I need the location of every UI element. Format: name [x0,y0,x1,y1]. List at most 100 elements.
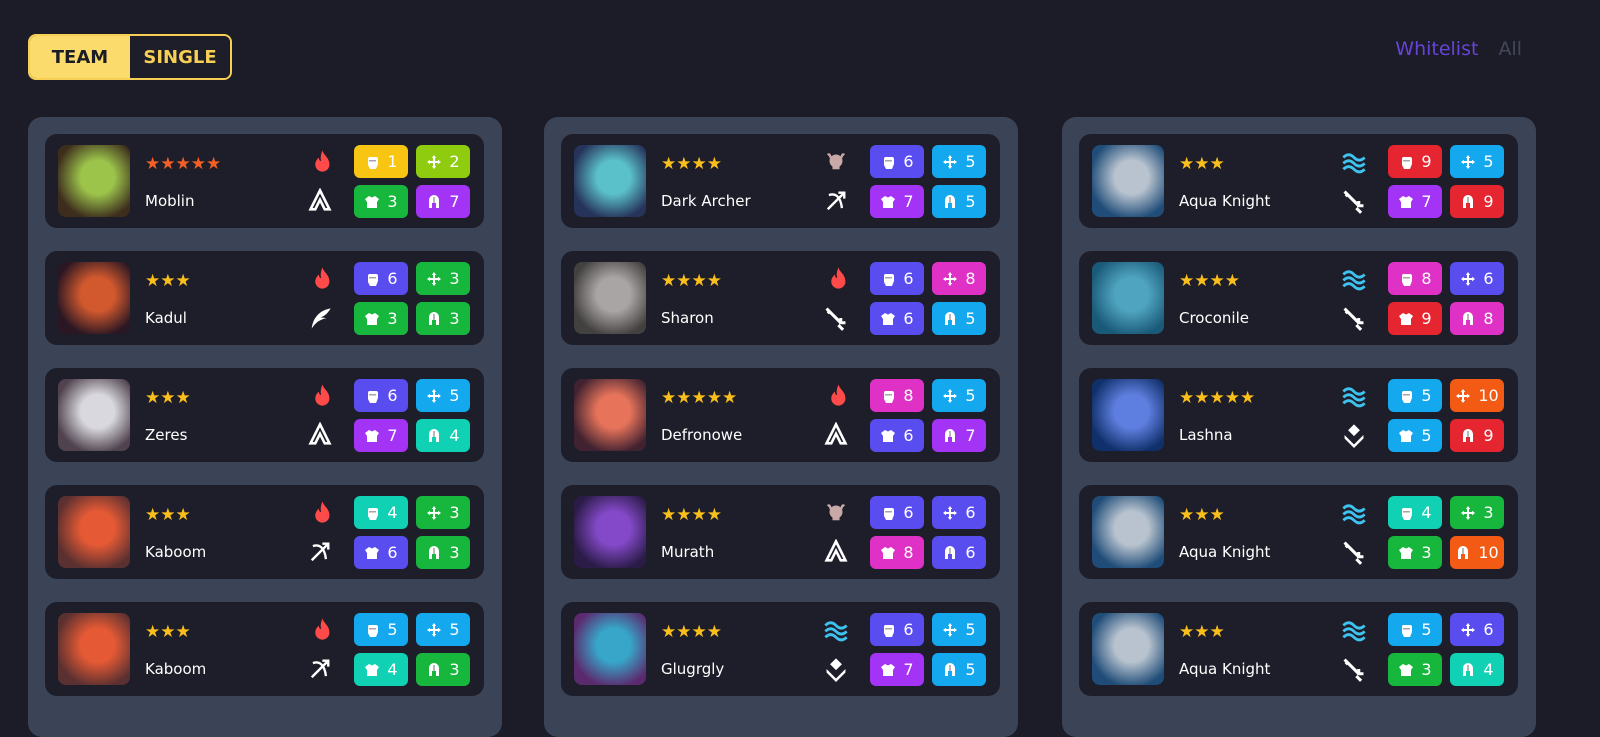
hero-card[interactable]: ★★★ Kaboom 5 5 4 3 [45,602,484,696]
star-rating: ★★★ [145,622,191,642]
hero-card[interactable]: ★★★ Aqua Knight 4 3 3 10 [1079,485,1518,579]
star-rating: ★★★★★ [661,388,738,408]
stat-value: 5 [387,620,398,639]
mage-icon [307,421,333,448]
stat-value: 9 [1421,309,1432,328]
crosshair-icon [1455,388,1471,404]
hero-card[interactable]: ★★★ Zeres 6 5 7 4 [45,368,484,462]
fire-icon [307,499,333,525]
stat-badge: 3 [416,302,470,335]
stat-value: 6 [903,426,914,445]
fist-icon [1398,622,1414,638]
stat-badge: 6 [354,379,408,412]
hero-card[interactable]: ★★★★ Sharon 6 8 6 5 [561,251,1000,345]
single-tab[interactable]: SINGLE [130,36,230,78]
stat-value: 6 [903,309,914,328]
water-icon [1341,265,1367,291]
stat-value: 4 [387,660,398,679]
fist-icon [1398,154,1414,170]
helmet-icon [426,662,442,678]
armor-icon [880,311,896,327]
hero-card[interactable]: ★★★ Kaboom 4 3 6 3 [45,485,484,579]
hero-name: Aqua Knight [1179,660,1271,678]
stat-badge: 5 [932,302,986,335]
hero-name: Sharon [661,309,714,327]
fire-icon [823,265,849,291]
hero-card[interactable]: ★★★ Kadul 6 3 3 3 [45,251,484,345]
hero-avatar [1092,262,1164,334]
stat-value: 7 [449,192,460,211]
hero-card[interactable]: ★★★★★ Defronowe 8 5 6 7 [561,368,1000,462]
team-tab[interactable]: TEAM [30,36,130,78]
helmet-icon [426,311,442,327]
hero-name: Dark Archer [661,192,751,210]
star-rating: ★★★★ [661,271,722,291]
hero-card[interactable]: ★★★★ Glugrgly 6 5 7 5 [561,602,1000,696]
water-icon [1341,616,1367,642]
all-filter[interactable]: All [1498,38,1522,60]
fire-icon [307,382,333,408]
fist-icon [880,388,896,404]
fist-icon [364,505,380,521]
sword-icon [1341,539,1367,565]
stat-badge: 4 [1388,496,1442,529]
stat-badge: 3 [1450,496,1504,529]
stat-badge: 3 [416,496,470,529]
stat-badge: 5 [1388,379,1442,412]
helmet-icon [426,428,442,444]
armor-icon [1398,662,1414,678]
stat-badge: 5 [1450,145,1504,178]
crosshair-icon [942,505,958,521]
stat-badge: 3 [354,185,408,218]
stat-badge: 7 [354,419,408,452]
water-icon [1341,499,1367,525]
stat-value: 3 [1483,503,1494,522]
hero-name: Aqua Knight [1179,192,1271,210]
star-rating: ★★★★ [661,622,722,642]
hero-card[interactable]: ★★★★ Croconile 8 6 9 8 [1079,251,1518,345]
stat-value: 7 [965,426,976,445]
sword-icon [1341,188,1367,214]
stat-value: 8 [965,269,976,288]
stat-value: 6 [965,543,976,562]
hero-avatar [1092,379,1164,451]
stat-badge: 7 [416,185,470,218]
crosshair-icon [942,271,958,287]
hero-card[interactable]: ★★★★ Dark Archer 6 5 7 5 [561,134,1000,228]
crosshair-icon [426,154,442,170]
hero-card[interactable]: ★★★ Aqua Knight 5 6 3 4 [1079,602,1518,696]
hero-card[interactable]: ★★★★★ Lashna 5 10 5 9 [1079,368,1518,462]
armor-icon [364,545,380,561]
star-rating: ★★★ [145,505,191,525]
hero-card[interactable]: ★★★★★ Moblin 1 2 3 7 [45,134,484,228]
hero-avatar [58,496,130,568]
crosshair-icon [426,271,442,287]
hero-card[interactable]: ★★★★ Murath 6 6 8 6 [561,485,1000,579]
bow-icon [307,539,333,565]
whitelist-filter[interactable]: Whitelist [1395,38,1478,60]
stat-badge: 3 [416,653,470,686]
stat-value: 8 [1421,269,1432,288]
armor-icon [364,311,380,327]
stat-badge: 10 [1450,379,1504,412]
stat-value: 5 [449,386,460,405]
stat-badge: 6 [870,496,924,529]
stat-badge: 8 [1450,302,1504,335]
hero-card[interactable]: ★★★ Aqua Knight 9 5 7 9 [1079,134,1518,228]
stat-value: 9 [1421,152,1432,171]
crosshair-icon [426,622,442,638]
stat-value: 6 [387,543,398,562]
mode-toggle: TEAM SINGLE [28,34,232,80]
crosshair-icon [426,388,442,404]
hero-name: Moblin [145,192,195,210]
stat-badge: 8 [1388,262,1442,295]
helmet-icon [942,428,958,444]
stat-badge: 6 [870,419,924,452]
star-rating: ★★★★ [661,154,722,174]
hero-name: Zeres [145,426,188,444]
stat-badge: 8 [932,262,986,295]
sword-icon [823,305,849,331]
stat-badge: 6 [354,262,408,295]
support-icon [823,656,849,682]
stat-value: 9 [1483,426,1494,445]
